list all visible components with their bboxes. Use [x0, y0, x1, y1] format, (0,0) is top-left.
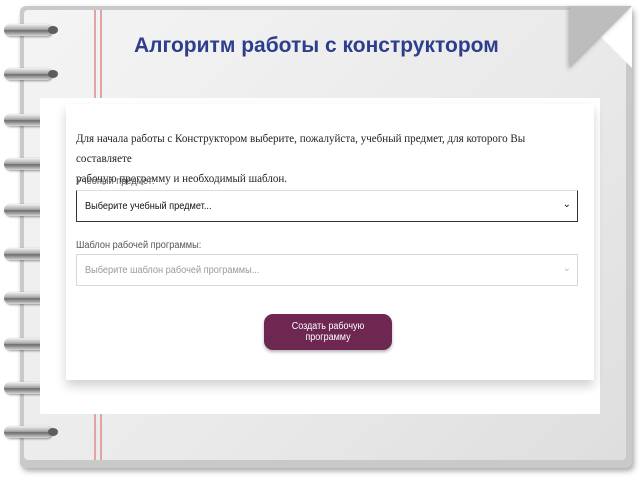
template-select[interactable]: Выберите шаблон рабочей программы... ⌄	[76, 254, 578, 286]
constructor-screenshot: Для начала работы с Конструктором выбери…	[40, 98, 600, 414]
subject-select-value: Выберите учебный предмет...	[85, 201, 212, 212]
template-label: Шаблон рабочей программы:	[76, 240, 202, 251]
chevron-down-icon: ⌄	[562, 199, 571, 210]
constructor-form-card: Для начала работы с Конструктором выбери…	[66, 104, 594, 380]
subject-label: Учебный предмет:	[76, 176, 155, 187]
create-program-button[interactable]: Создать рабочую программу	[264, 314, 392, 350]
subject-select[interactable]: Выберите учебный предмет... ⌄	[76, 190, 578, 222]
template-select-placeholder: Выберите шаблон рабочей программы...	[85, 265, 260, 276]
create-program-button-label: Создать рабочую программу	[291, 321, 365, 343]
intro-line-1: Для начала работы с Конструктором выбери…	[76, 131, 526, 165]
slide-title: Алгоритм работы с конструктором	[134, 34, 499, 57]
spiral-ring	[4, 426, 58, 438]
spiral-ring	[4, 24, 58, 36]
chevron-down-icon: ⌄	[562, 263, 571, 274]
spiral-ring	[4, 68, 58, 80]
page-curl	[570, 6, 632, 68]
